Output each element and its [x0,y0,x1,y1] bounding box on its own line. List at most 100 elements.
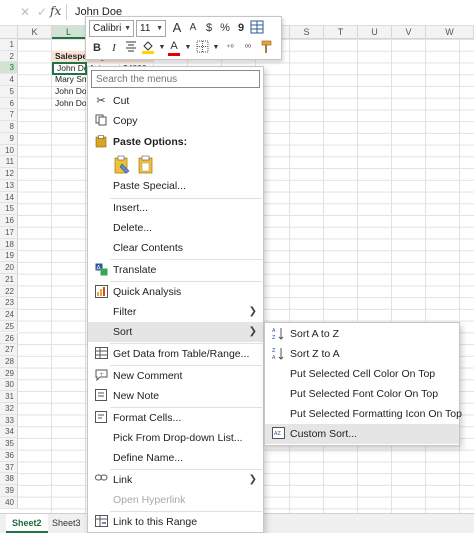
menu-item-new-note[interactable]: New Note [88,386,263,406]
paste-icon[interactable] [136,155,156,177]
column-header[interactable]: U [358,26,392,39]
submenu-item-custom-sort[interactable]: AZ Custom Sort... [265,424,459,444]
menu-item-label: Filter [113,306,137,318]
column-header[interactable]: W [426,26,474,39]
row-header[interactable]: 37 [0,461,18,474]
increase-decimal-icon[interactable]: ⁺⁰ [222,40,238,56]
align-center-icon[interactable] [123,40,139,56]
row-header[interactable]: 36 [0,449,18,462]
row-header[interactable]: 33 [0,414,18,427]
column-header[interactable]: T [324,26,358,39]
insert-function-button[interactable]: fx [50,4,61,18]
row-header[interactable]: 38 [0,473,18,486]
row-header[interactable]: 23 [0,297,18,309]
cell-salesperson[interactable]: John Doe [52,86,86,98]
menu-item-copy[interactable]: Copy [88,111,263,131]
row-header[interactable]: 21 [0,273,18,286]
cell-salesperson[interactable]: John Doe [52,98,86,110]
row-header[interactable]: 10 [0,144,18,157]
row-header[interactable]: 14 [0,191,18,204]
row-header[interactable]: 12 [0,168,18,180]
comma-style-icon[interactable]: 9 [233,20,249,36]
column-header[interactable]: V [392,26,426,39]
menu-item-filter[interactable]: Filter ❯ [88,302,263,322]
row-header[interactable]: 20 [0,262,18,274]
submenu-item-cell-color-top[interactable]: Put Selected Cell Color On Top [265,364,459,384]
menu-item-label: Paste Special... [113,180,186,192]
format-painter-table-icon[interactable] [249,20,265,36]
submenu-item-formatting-icon-top[interactable]: Put Selected Formatting Icon On Top [265,404,462,424]
font-name-dropdown[interactable]: Calibri ▼ [89,20,134,37]
row-header[interactable]: 2 [0,50,18,63]
row-header[interactable]: 17 [0,226,18,239]
row-header[interactable]: 6 [0,97,18,110]
menu-item-label: New Comment [113,370,183,382]
format-painter-icon[interactable] [259,40,275,56]
row-header[interactable]: 4 [0,74,18,86]
menu-item-insert[interactable]: Insert... [88,198,263,218]
row-header[interactable]: 24 [0,309,18,321]
row-header[interactable]: 16 [0,215,18,227]
select-all-corner[interactable] [0,26,18,39]
row-header[interactable]: 25 [0,320,18,333]
row-header[interactable]: 22 [0,285,18,298]
column-header[interactable]: K [18,26,52,39]
row-header[interactable]: 39 [0,485,18,497]
row-header[interactable]: 9 [0,132,18,145]
menu-item-clear-contents[interactable]: Clear Contents [88,238,263,258]
menu-item-format-cells[interactable]: Format Cells... [88,408,263,428]
sheet-tab-sheet3[interactable]: Sheet3 [46,514,87,533]
increase-font-size-icon[interactable]: A [169,20,185,36]
menu-item-quick-analysis[interactable]: Quick Analysis [88,282,263,302]
menu-item-define-name[interactable]: Define Name... [88,448,263,468]
cancel-icon[interactable]: ✕ [18,5,32,19]
row-header[interactable]: 40 [0,496,18,509]
italic-icon[interactable]: I [106,40,122,56]
row-header[interactable]: 18 [0,238,18,251]
row-header[interactable]: 30 [0,379,18,392]
row-header[interactable]: 13 [0,179,18,192]
row-header[interactable]: 26 [0,332,18,345]
menu-item-paste-special[interactable]: Paste Special... [88,176,263,196]
row-header[interactable]: 35 [0,438,18,450]
row-header[interactable]: 19 [0,250,18,263]
submenu-item-sort-a-z[interactable]: AZ Sort A to Z [265,324,459,344]
menu-item-new-comment[interactable]: + New Comment [88,366,263,386]
row-header[interactable]: 3 [0,62,18,75]
currency-format-icon[interactable]: $ [201,20,217,36]
row-header[interactable]: 31 [0,391,18,403]
row-header[interactable]: 5 [0,85,18,98]
row-header[interactable]: 11 [0,156,18,169]
submenu-item-font-color-top[interactable]: Put Selected Font Color On Top [265,384,459,404]
row-header[interactable]: 7 [0,109,18,122]
menu-item-translate[interactable]: A Translate [88,260,263,280]
row-header[interactable]: 34 [0,426,18,439]
column-header[interactable]: L [52,26,86,39]
column-header[interactable]: S [290,26,324,39]
decrease-decimal-icon[interactable]: ⁰⁰ [240,40,256,56]
sheet-tab-sheet2[interactable]: Sheet2 [6,514,48,533]
font-size-dropdown[interactable]: 11 ▼ [136,20,166,37]
menu-item-link-to-range[interactable]: Link to this Range [88,512,263,532]
enter-icon[interactable]: ✓ [35,5,49,19]
menu-item-delete[interactable]: Delete... [88,218,263,238]
menu-item-get-data[interactable]: Get Data from Table/Range... [88,344,263,364]
menu-item-pick-from-list[interactable]: Pick From Drop-down List... [88,428,263,448]
menu-item-cut[interactable]: ✂ Cut [88,91,263,111]
menu-search-input[interactable] [91,70,260,88]
row-header[interactable]: 29 [0,367,18,380]
row-header[interactable]: 15 [0,203,18,216]
bold-icon[interactable]: B [89,40,105,56]
row-header[interactable]: 27 [0,344,18,356]
row-header[interactable]: 1 [0,39,18,51]
row-header[interactable]: 8 [0,121,18,133]
menu-item-link[interactable]: Link ❯ [88,470,263,490]
menu-item-sort[interactable]: Sort ❯ [88,322,263,342]
row-header[interactable]: 28 [0,355,18,368]
percent-style-icon[interactable]: % [217,20,233,36]
submenu-item-sort-z-a[interactable]: ZA Sort Z to A [265,344,459,364]
paste-formatting-icon[interactable] [112,155,132,177]
cell-salesperson[interactable]: Mary Smith [52,74,86,86]
row-header[interactable]: 32 [0,402,18,415]
decrease-font-size-icon[interactable]: A [185,20,201,36]
